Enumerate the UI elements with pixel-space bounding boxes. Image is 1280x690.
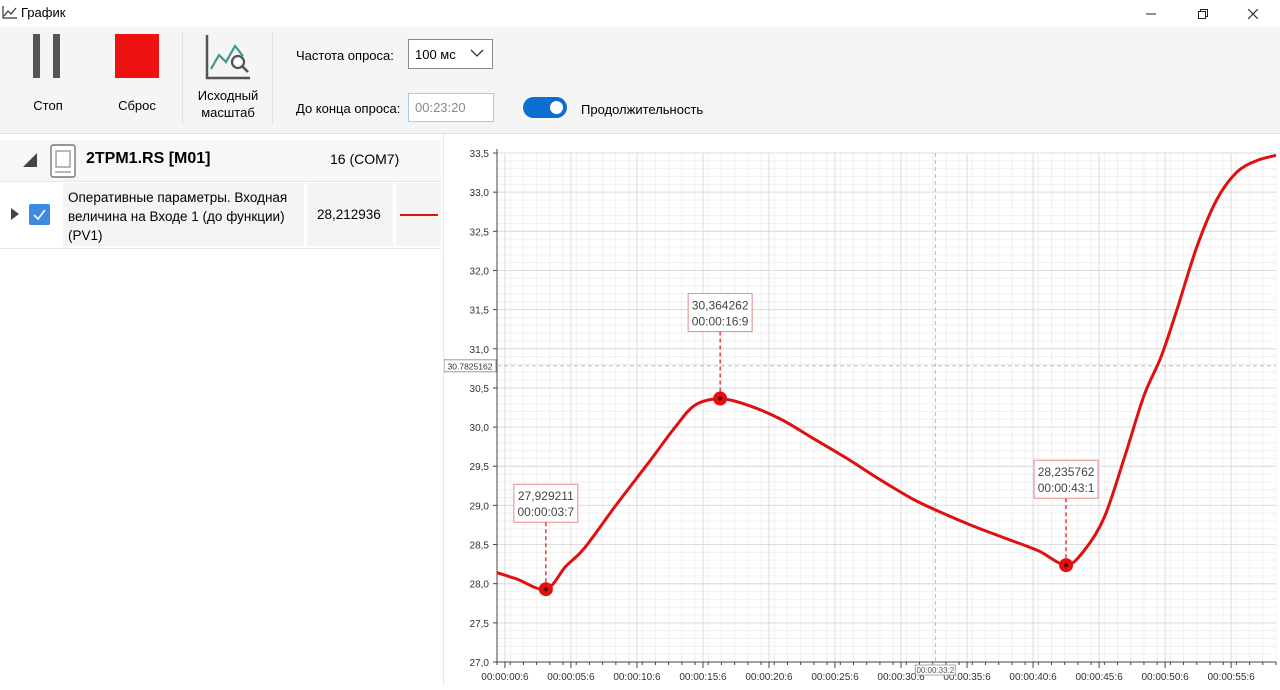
toolbar: Стоп Сброс Исходный масштаб Частота опро… bbox=[0, 27, 1280, 134]
device-panel: 2TPM1.RS [M01] 16 (COM7) Оперативные пар… bbox=[0, 134, 444, 685]
rescale-label: Исходный масштаб bbox=[198, 87, 259, 121]
toggle-knob bbox=[550, 101, 563, 114]
x-tick-label: 00:00:50:6 bbox=[1141, 672, 1189, 683]
stop-button[interactable]: Стоп bbox=[18, 27, 78, 131]
data-marker-center bbox=[543, 587, 548, 592]
stop-square-icon bbox=[115, 34, 159, 78]
device-port: 16 (COM7) bbox=[330, 151, 400, 167]
window-title: График bbox=[21, 5, 66, 20]
close-icon bbox=[1248, 8, 1258, 19]
reset-label: Сброс bbox=[118, 98, 156, 113]
chevron-down-icon bbox=[470, 49, 484, 57]
poll-end-value: 00:23:20 bbox=[415, 100, 466, 115]
checkmark-icon bbox=[33, 209, 46, 221]
restore-button[interactable] bbox=[1180, 0, 1226, 27]
poll-rate-select[interactable]: 100 мс bbox=[408, 39, 493, 69]
param-name-line: величина на Входе 1 (до функции) bbox=[68, 209, 285, 224]
y-tick-label: 28,5 bbox=[470, 541, 490, 552]
y-tick-label: 28,0 bbox=[470, 580, 490, 591]
restore-icon bbox=[1198, 8, 1208, 19]
minimize-icon bbox=[1146, 13, 1156, 14]
x-tick-label: 00:00:15:6 bbox=[679, 672, 727, 683]
x-tick-label: 00:00:20:6 bbox=[745, 672, 793, 683]
poll-end-label: До конца опроса: bbox=[296, 101, 401, 116]
chart-area[interactable]: 33,5 33,0 32,5 32,0 31,5 31,0 30,5 30,0 29,5 29,0… bbox=[443, 134, 1280, 685]
chart-line-icon bbox=[2, 6, 17, 19]
title-bar: График bbox=[0, 0, 1280, 27]
y-tick-label: 30,0 bbox=[470, 423, 490, 434]
param-value: 28,212936 bbox=[317, 207, 381, 222]
param-name-line: Оперативные параметры. Входная bbox=[68, 190, 288, 205]
param-checkbox[interactable] bbox=[29, 204, 50, 225]
poll-rate-label: Частота опроса: bbox=[296, 48, 394, 63]
x-tick-label: 00:00:10:6 bbox=[613, 672, 661, 683]
crosshair-x-label: 00:00:33:2 bbox=[916, 666, 954, 675]
y-tick-label: 29,0 bbox=[470, 501, 490, 512]
minimize-button[interactable] bbox=[1128, 0, 1174, 27]
y-tick-label: 33,5 bbox=[470, 149, 490, 160]
param-row[interactable]: Оперативные параметры. Входная величина … bbox=[0, 183, 441, 249]
poll-rate-value: 100 мс bbox=[415, 47, 456, 62]
toolbar-separator bbox=[182, 33, 183, 125]
y-tick-label: 27,5 bbox=[470, 619, 490, 630]
y-tick-label: 31,5 bbox=[470, 306, 490, 317]
poll-end-field[interactable]: 00:23:20 bbox=[408, 93, 494, 122]
x-tick-label: 00:00:05:6 bbox=[547, 672, 595, 683]
x-tick-label: 00:00:40:6 bbox=[1009, 672, 1057, 683]
y-tick-label: 32,5 bbox=[470, 227, 490, 238]
duration-toggle[interactable] bbox=[523, 97, 567, 118]
param-name-line: (PV1) bbox=[68, 228, 103, 243]
rescale-label-line1: Исходный bbox=[197, 88, 259, 103]
data-marker-center bbox=[1064, 563, 1069, 568]
marker-value-label: 30,364262 bbox=[692, 299, 749, 313]
x-tick-label: 00:00:00:6 bbox=[481, 672, 529, 683]
expand-triangle-icon[interactable] bbox=[10, 207, 20, 221]
stop-label: Стоп bbox=[33, 98, 63, 113]
pause-icon bbox=[33, 34, 60, 78]
y-tick-label: 32,0 bbox=[470, 266, 490, 277]
y-tick-label: 31,0 bbox=[470, 345, 490, 356]
marker-time-label: 00:00:03:7 bbox=[517, 505, 574, 519]
marker-time-label: 00:00:43:1 bbox=[1038, 481, 1095, 495]
param-name: Оперативные параметры. Входная величина … bbox=[68, 188, 304, 245]
line-chart[interactable]: 33,5 33,0 32,5 32,0 31,5 31,0 30,5 30,0 29,5 29,0… bbox=[443, 134, 1280, 685]
device-row[interactable]: 2TPM1.RS [M01] 16 (COM7) bbox=[0, 140, 441, 182]
marker-value-label: 27,929211 bbox=[518, 489, 574, 503]
y-tick-label: 27,0 bbox=[470, 658, 490, 669]
close-button[interactable] bbox=[1230, 0, 1276, 27]
marker-time-label: 00:00:16:9 bbox=[692, 315, 749, 329]
y-tick-label: 29,5 bbox=[470, 462, 490, 473]
rescale-label-line2: масштаб bbox=[201, 105, 255, 120]
rescale-button[interactable]: Исходный масштаб bbox=[190, 27, 266, 131]
data-marker-center bbox=[718, 396, 723, 401]
x-tick-label: 00:00:55:6 bbox=[1207, 672, 1255, 683]
x-tick-label: 00:00:45:6 bbox=[1075, 672, 1123, 683]
x-tick-label: 00:00:25:6 bbox=[811, 672, 859, 683]
series-color-swatch[interactable] bbox=[400, 214, 438, 216]
crosshair-y-label: 30.7825162 bbox=[448, 361, 493, 371]
y-tick-label: 33,0 bbox=[470, 188, 490, 199]
device-icon bbox=[50, 144, 76, 178]
y-tick-label: 30,5 bbox=[470, 384, 490, 395]
marker-value-label: 28,235762 bbox=[1038, 465, 1095, 479]
chart-zoom-icon bbox=[205, 35, 250, 80]
reset-button[interactable]: Сброс bbox=[106, 27, 168, 131]
toolbar-separator bbox=[272, 33, 273, 125]
duration-label: Продолжительность bbox=[581, 102, 704, 117]
device-name: 2TPM1.RS [M01] bbox=[86, 150, 211, 167]
collapse-triangle-icon[interactable] bbox=[22, 153, 38, 167]
